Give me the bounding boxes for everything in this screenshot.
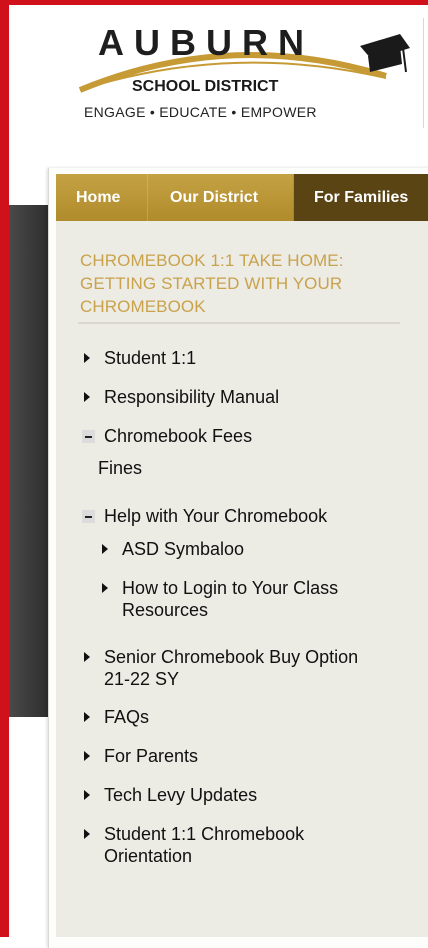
logo-wordmark: AUBURN: [98, 22, 314, 63]
expand-arrow-icon: [84, 652, 90, 662]
expand-arrow-icon: [84, 790, 90, 800]
nav-for-families[interactable]: For Families: [294, 174, 428, 221]
expand-arrow-icon: [102, 583, 108, 593]
top-red-border: [0, 0, 428, 5]
background-banner: [9, 205, 49, 717]
nav-our-district[interactable]: Our District: [148, 174, 294, 221]
collapse-icon: [82, 430, 95, 443]
expand-arrow-icon: [84, 829, 90, 839]
logo-tagline: ENGAGE • EDUCATE • EMPOWER: [84, 104, 317, 120]
section-title: CHROMEBOOK 1:1 TAKE HOME: GETTING STARTE…: [80, 251, 344, 316]
expand-arrow-icon: [84, 353, 90, 363]
left-red-border: [0, 0, 9, 937]
expand-arrow-icon: [84, 712, 90, 722]
sidebar-content: CHROMEBOOK 1:1 TAKE HOME: GETTING STARTE…: [56, 221, 428, 937]
header-divider: [423, 18, 424, 128]
title-divider: [78, 322, 400, 324]
collapse-icon: [82, 510, 95, 523]
main-nav: Home Our District For Families: [56, 174, 428, 221]
expand-arrow-icon: [84, 751, 90, 761]
expand-arrow-icon: [84, 392, 90, 402]
logo-subtitle: SCHOOL DISTRICT: [132, 78, 279, 95]
nav-home[interactable]: Home: [56, 174, 148, 221]
district-logo[interactable]: AUBURN SCHOOL DISTRICT ENGAGE • EDUCATE …: [70, 18, 420, 128]
expand-arrow-icon: [102, 544, 108, 554]
